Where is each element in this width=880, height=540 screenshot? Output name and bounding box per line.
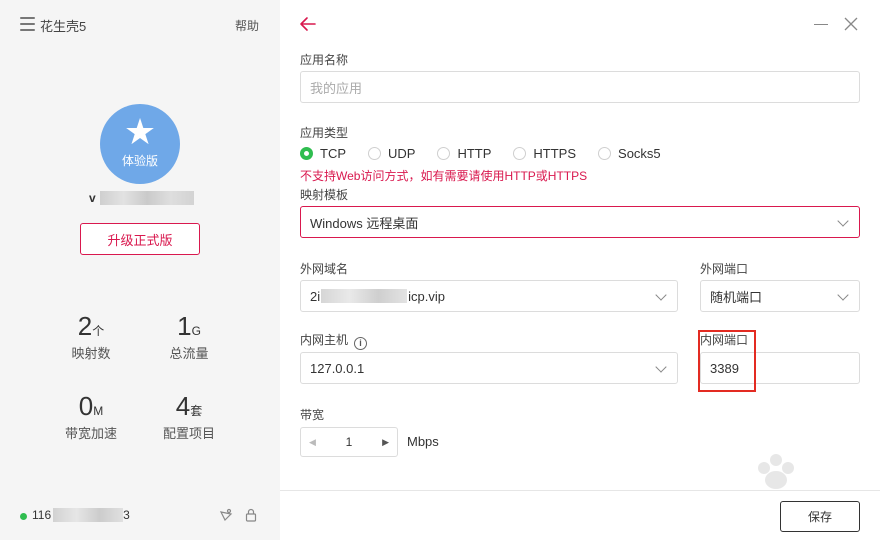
avatar-badge: 体验版	[121, 153, 158, 168]
stat-label: 带宽加速	[64, 426, 117, 441]
footer-divider	[280, 490, 880, 491]
increment-icon[interactable]: ▶	[382, 437, 389, 448]
bandwidth-label: 带宽	[300, 408, 325, 422]
radio-http[interactable]: HTTP	[437, 146, 491, 161]
save-button[interactable]: 保存	[780, 501, 860, 532]
internal-host-select[interactable]: 127.0.0.1	[300, 352, 678, 384]
stat-value: 0	[78, 391, 94, 421]
ip-suffix: 3	[123, 508, 130, 522]
external-port-label: 外网端口	[700, 262, 749, 276]
radio-https[interactable]: HTTPS	[513, 146, 576, 161]
upgrade-button[interactable]: 升级正式版	[80, 223, 200, 255]
stat-mappings: 2个 映射数	[36, 311, 146, 362]
username-prefix: v	[89, 191, 96, 205]
domain-prefix: 2i	[310, 288, 321, 304]
ip-redacted	[53, 508, 124, 522]
radio-unchecked-icon	[513, 147, 527, 160]
app-name-label: 应用名称	[300, 53, 349, 67]
menu-icon[interactable]	[20, 17, 35, 31]
status-ip: 116 3	[32, 508, 130, 522]
lock-icon[interactable]	[244, 508, 258, 522]
domain-suffix: icp.vip	[408, 288, 445, 304]
info-icon[interactable]: i	[354, 336, 368, 350]
online-status-dot	[20, 513, 27, 520]
radio-label: HTTPS	[533, 146, 577, 161]
domain-redacted	[321, 289, 408, 303]
decrement-icon[interactable]: ◀	[309, 437, 316, 448]
domain-label: 外网域名	[300, 262, 349, 276]
app-name-input[interactable]: 我的应用	[300, 71, 860, 103]
highlight-annotation-box	[698, 330, 756, 392]
bandwidth-stepper[interactable]: ◀ 1 ▶	[300, 427, 398, 457]
stat-bandwidth: 0M 带宽加速	[36, 391, 146, 442]
help-link[interactable]: 帮助	[235, 17, 259, 34]
internal-host-label-text: 内网主机	[300, 333, 349, 347]
app-type-warning: 不支持Web访问方式，如有需要请使用HTTP或HTTPS	[300, 169, 588, 183]
radio-checked-icon	[300, 147, 313, 160]
main-panel: 应用名称 我的应用 应用类型 TCP UDP HTTP HTTPS Socks5…	[280, 0, 880, 540]
bandwidth-value[interactable]: 1	[346, 435, 353, 449]
stat-traffic: 1G 总流量	[134, 311, 244, 362]
radio-tcp[interactable]: TCP	[300, 146, 346, 161]
stat-label: 映射数	[71, 346, 111, 361]
radio-unchecked-icon	[368, 147, 381, 160]
back-arrow-icon[interactable]	[298, 14, 318, 34]
radio-socks5[interactable]: Socks5	[598, 146, 661, 161]
radio-label: UDP	[388, 146, 416, 161]
stat-value: 4	[175, 391, 191, 421]
stat-packages: 4套 配置项目	[134, 391, 244, 442]
radio-label: Socks5	[618, 146, 661, 161]
radio-label: TCP	[320, 146, 346, 161]
star-icon: ★	[123, 110, 157, 152]
stat-label: 配置项目	[162, 426, 215, 441]
stat-unit: 个	[92, 324, 105, 338]
ip-prefix: 116	[32, 508, 52, 522]
stat-unit: G	[191, 324, 201, 338]
username-redacted	[99, 191, 194, 205]
stat-value: 1	[177, 311, 192, 341]
external-port-select[interactable]: 随机端口	[700, 280, 860, 312]
radio-unchecked-icon	[437, 147, 451, 160]
close-icon[interactable]	[844, 17, 858, 31]
domain-select[interactable]: 2i icp.vip	[300, 280, 678, 312]
stat-label: 总流量	[169, 346, 209, 361]
bandwidth-unit: Mbps	[407, 434, 439, 449]
app-type-label: 应用类型	[300, 126, 349, 140]
radio-unchecked-icon	[598, 147, 612, 160]
radio-udp[interactable]: UDP	[368, 146, 415, 161]
stat-unit: 套	[190, 404, 203, 418]
status-bar: 116 3	[0, 500, 280, 530]
template-label: 映射模板	[300, 188, 349, 202]
template-select[interactable]: Windows 远程桌面	[300, 206, 860, 238]
stat-value: 2	[77, 311, 93, 341]
radio-label: HTTP	[457, 146, 492, 161]
network-icon[interactable]	[219, 508, 233, 522]
avatar: ★ 体验版	[100, 104, 180, 184]
username: v	[89, 191, 194, 205]
internal-host-label: 内网主机 i	[300, 331, 368, 350]
minimize-icon[interactable]	[814, 24, 828, 25]
stat-unit: M	[93, 404, 104, 418]
app-type-radio-group: TCP UDP HTTP HTTPS Socks5	[300, 146, 683, 161]
sidebar: 花生壳5 帮助 ★ 体验版 v 升级正式版 2个 映射数 1G 总流量 0M 带…	[0, 0, 280, 540]
app-title: 花生壳5	[40, 19, 87, 34]
